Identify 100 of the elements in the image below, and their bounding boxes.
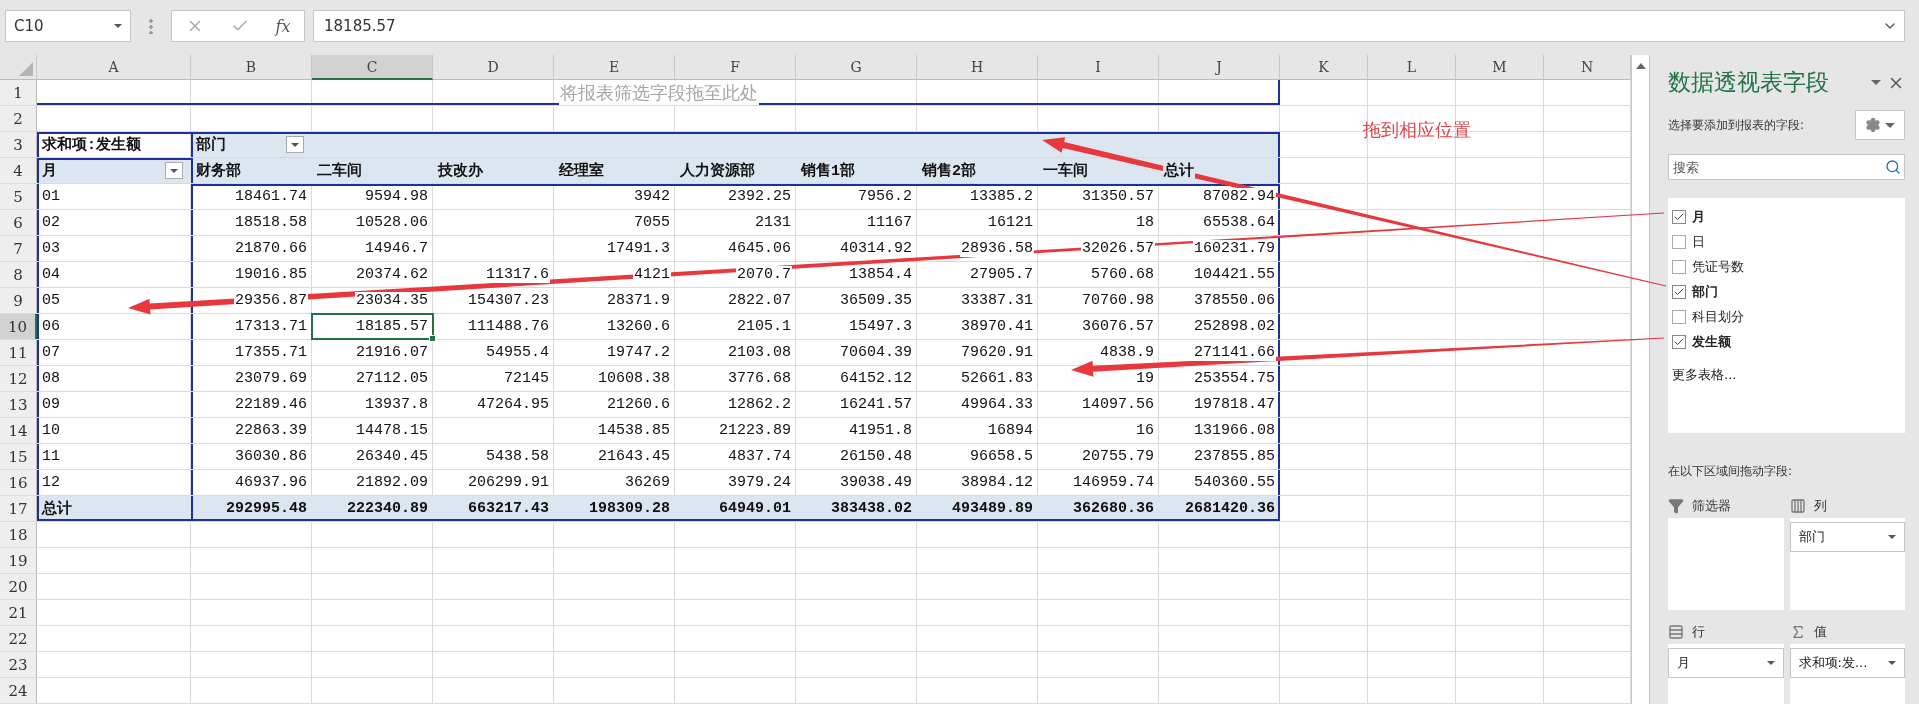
drop-area[interactable]: 求和项:发... — [1789, 644, 1905, 704]
column-header[interactable]: I — [1038, 55, 1159, 80]
column-label: 经理室 — [554, 158, 675, 183]
row-label: 01 — [37, 184, 191, 209]
table-cell: 7956.2 — [796, 184, 917, 209]
total-cell: 493489.89 — [917, 496, 1038, 521]
column-label: 一车间 — [1038, 158, 1159, 183]
row-label: 07 — [37, 340, 191, 365]
row-header[interactable]: 15 — [0, 444, 37, 469]
row-header[interactable]: 22 — [0, 626, 37, 651]
field-label[interactable]: 发生额 — [1692, 332, 1731, 351]
checkbox[interactable] — [1672, 284, 1686, 299]
table-cell: 540360.55 — [1159, 470, 1280, 495]
row-header[interactable]: 7 — [0, 236, 37, 261]
field-label[interactable]: 部门 — [1692, 282, 1718, 301]
column-header[interactable]: A — [37, 55, 191, 80]
fill-handle[interactable] — [429, 335, 436, 342]
row-header[interactable]: 17 — [0, 496, 37, 521]
column-label: 人力资源部 — [675, 158, 796, 183]
table-cell: 131966.08 — [1159, 418, 1280, 443]
name-box[interactable]: C10 — [5, 10, 131, 42]
column-field-label: 部门 — [191, 132, 312, 157]
search-icon[interactable] — [1885, 159, 1901, 175]
scrollbar[interactable] — [1631, 55, 1650, 704]
filter-icon — [1668, 498, 1684, 514]
column-header[interactable]: E — [554, 55, 675, 80]
column-header[interactable]: B — [191, 55, 312, 80]
column-header[interactable]: F — [675, 55, 796, 80]
column-header[interactable]: H — [917, 55, 1038, 80]
total-cell: 64949.01 — [675, 496, 796, 521]
table-cell: 31350.57 — [1038, 184, 1159, 209]
row-header[interactable]: 9 — [0, 288, 37, 313]
field-chip[interactable]: 月 — [1668, 648, 1784, 678]
total-cell: 663217.43 — [433, 496, 554, 521]
row-header[interactable]: 18 — [0, 522, 37, 547]
column-header[interactable]: G — [796, 55, 917, 80]
column-header[interactable]: L — [1368, 55, 1456, 80]
row-header[interactable]: 14 — [0, 418, 37, 443]
row-header[interactable]: 1 — [0, 80, 37, 105]
checkbox[interactable] — [1672, 234, 1686, 249]
dropdown-button[interactable] — [286, 136, 304, 153]
field-chip[interactable]: 求和项:发... — [1789, 648, 1905, 678]
column-header[interactable]: D — [433, 55, 554, 80]
table-cell: 19016.85 — [191, 262, 312, 287]
column-header[interactable]: J — [1159, 55, 1280, 80]
column-label: 二车间 — [312, 158, 433, 183]
drop-area[interactable]: 部门 — [1789, 518, 1905, 610]
checkbox[interactable] — [1672, 309, 1686, 324]
caret-icon — [114, 24, 122, 28]
row-label: 06 — [37, 314, 191, 339]
table-cell: 17313.71 — [191, 314, 312, 339]
dropdown-button[interactable] — [165, 162, 183, 179]
row-header[interactable]: 13 — [0, 392, 37, 417]
total-cell: 2681420.36 — [1159, 496, 1280, 521]
row-label: 11 — [37, 444, 191, 469]
row-label: 04 — [37, 262, 191, 287]
row-header[interactable]: 4 — [0, 158, 37, 183]
checkbox[interactable] — [1672, 334, 1686, 349]
row-header[interactable]: 20 — [0, 574, 37, 599]
field-label[interactable]: 凭证号数 — [1692, 257, 1744, 276]
caret-icon[interactable] — [1871, 80, 1881, 85]
row-header[interactable]: 24 — [0, 678, 37, 703]
row-header[interactable]: 16 — [0, 470, 37, 495]
formula-field[interactable]: 18185.57 — [313, 10, 1905, 42]
row-header[interactable]: 6 — [0, 210, 37, 235]
column-header[interactable]: K — [1280, 55, 1368, 80]
row-field-label: 月 — [37, 158, 191, 183]
row-header[interactable]: 3 — [0, 132, 37, 157]
column-header[interactable]: C — [312, 55, 433, 80]
field-label[interactable]: 月 — [1692, 207, 1705, 226]
row-header[interactable]: 23 — [0, 652, 37, 677]
row-header[interactable]: 10 — [0, 314, 37, 339]
table-cell: 23079.69 — [191, 366, 312, 391]
checkbox[interactable] — [1672, 209, 1686, 224]
table-cell: 17355.71 — [191, 340, 312, 365]
drop-area[interactable]: 月 — [1668, 644, 1784, 704]
field-label[interactable]: 科目划分 — [1692, 307, 1744, 326]
search-field[interactable]: 搜索 — [1668, 154, 1905, 180]
more-tables-link[interactable]: 更多表格... — [1672, 366, 1737, 384]
row-header[interactable]: 21 — [0, 600, 37, 625]
column-header[interactable]: N — [1544, 55, 1631, 80]
row-header[interactable]: 2 — [0, 106, 37, 131]
checkbox[interactable] — [1672, 259, 1686, 274]
insert-function-button[interactable]: fx — [275, 16, 291, 36]
row-header[interactable]: 12 — [0, 366, 37, 391]
settings-button[interactable] — [1855, 110, 1905, 140]
area-label: 值 — [1813, 623, 1827, 641]
table-cell: 18185.57 — [312, 314, 433, 339]
row-header[interactable]: 11 — [0, 340, 37, 365]
table-cell: 65538.64 — [1159, 210, 1280, 235]
row-header[interactable]: 19 — [0, 548, 37, 573]
column-header[interactable]: M — [1456, 55, 1544, 80]
table-cell: 3942 — [554, 184, 675, 209]
row-header[interactable]: 5 — [0, 184, 37, 209]
table-cell: 378550.06 — [1159, 288, 1280, 313]
field-chip[interactable]: 部门 — [1789, 522, 1905, 552]
panel-title: 数据透视表字段 — [1668, 68, 1829, 97]
grip-icon — [149, 18, 153, 34]
row-header[interactable]: 8 — [0, 262, 37, 287]
field-label[interactable]: 日 — [1692, 232, 1705, 251]
